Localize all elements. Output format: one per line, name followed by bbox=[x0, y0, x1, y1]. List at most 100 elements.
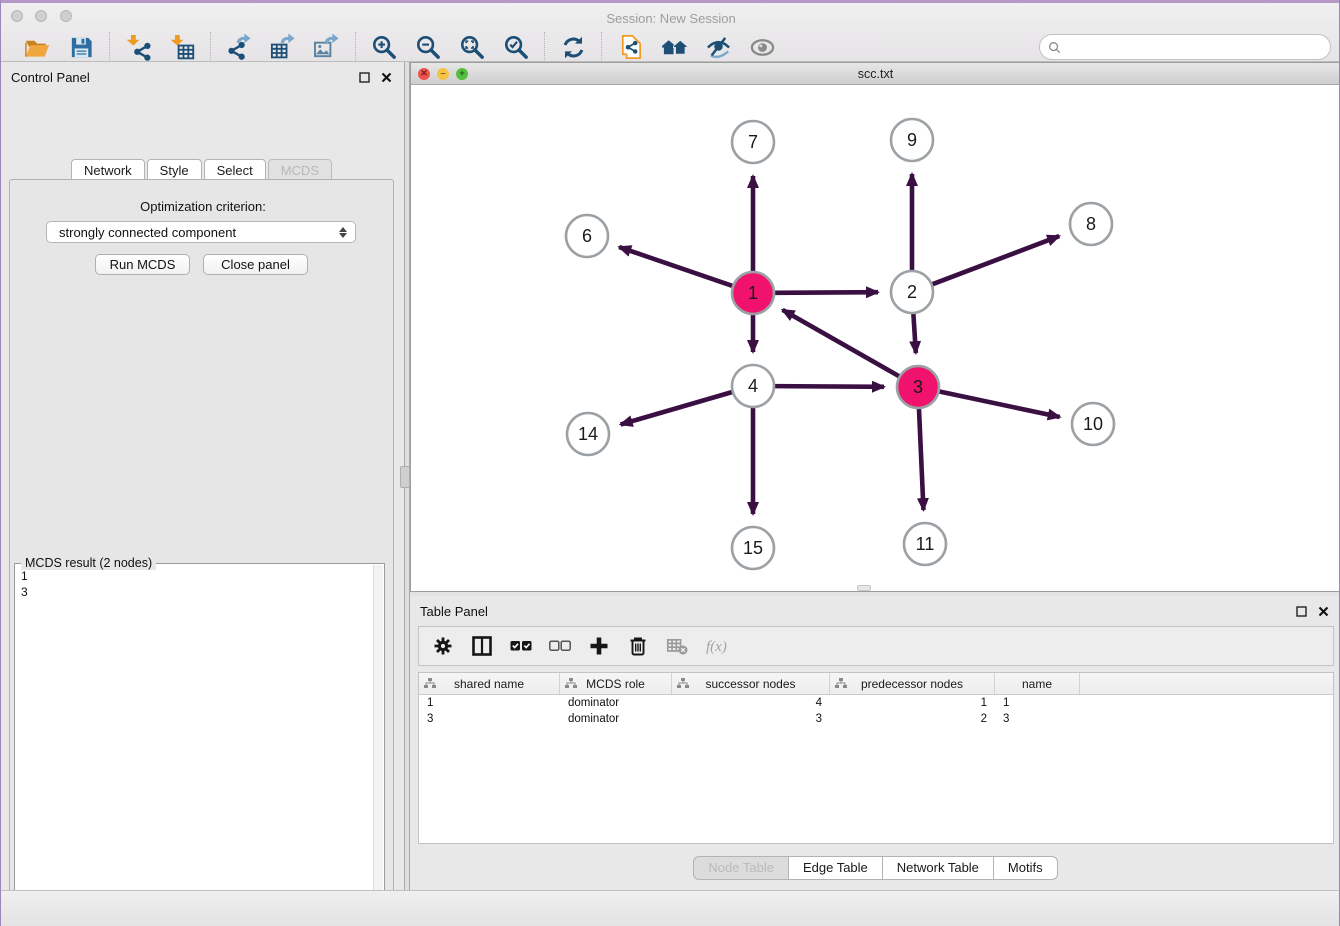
table-row[interactable]: 3dominator323 bbox=[419, 711, 1333, 727]
column-header-successor-nodes[interactable]: successor nodes bbox=[672, 673, 830, 694]
column-header-shared-name[interactable]: shared name bbox=[419, 673, 560, 694]
edge-3-11[interactable] bbox=[919, 409, 924, 510]
open-icon[interactable] bbox=[22, 32, 52, 62]
edge-4-14[interactable] bbox=[621, 392, 732, 424]
export-table-icon[interactable] bbox=[268, 32, 298, 62]
graph-node-9[interactable]: 9 bbox=[891, 119, 933, 161]
column-header-MCDS-role[interactable]: MCDS role bbox=[560, 673, 672, 694]
import-table-icon[interactable] bbox=[167, 32, 197, 62]
graph-node-10[interactable]: 10 bbox=[1072, 403, 1114, 445]
close-panel-button[interactable]: Close panel bbox=[203, 254, 308, 275]
mcds-result-scrollbar[interactable] bbox=[373, 565, 383, 926]
edge-3-10[interactable] bbox=[940, 392, 1060, 417]
save-icon[interactable] bbox=[66, 32, 96, 62]
export-network-icon[interactable] bbox=[224, 32, 254, 62]
table-row[interactable]: 1dominator411 bbox=[419, 695, 1333, 711]
cell-shared-name[interactable]: 3 bbox=[419, 713, 560, 725]
graph-node-11[interactable]: 11 bbox=[904, 523, 946, 565]
mcds-result-text[interactable]: 13 bbox=[17, 568, 372, 926]
graph-node-15[interactable]: 15 bbox=[732, 527, 774, 569]
columns-icon[interactable] bbox=[470, 634, 494, 658]
close-panel-icon[interactable] bbox=[378, 69, 394, 85]
edge-1-2[interactable] bbox=[775, 292, 878, 293]
table-panel-title: Table Panel bbox=[420, 604, 488, 619]
hide-style-icon[interactable] bbox=[703, 32, 733, 62]
export-image-icon[interactable] bbox=[312, 32, 342, 62]
zoom-fit-icon[interactable] bbox=[457, 32, 487, 62]
fx-icon: f(x) bbox=[704, 634, 728, 658]
tab-node-table[interactable]: Node Table bbox=[693, 856, 789, 880]
node-table: shared nameMCDS rolesuccessor nodesprede… bbox=[418, 672, 1334, 844]
tab-edge-table[interactable]: Edge Table bbox=[788, 856, 883, 880]
delete-icon[interactable] bbox=[626, 634, 650, 658]
control-panel-header: Control Panel bbox=[1, 62, 404, 92]
graph-node-14[interactable]: 14 bbox=[567, 413, 609, 455]
edge-4-3[interactable] bbox=[775, 386, 884, 387]
edge-1-6[interactable] bbox=[619, 247, 732, 286]
unselect-all-icon[interactable] bbox=[548, 634, 572, 658]
graph-node-1[interactable]: 1 bbox=[732, 272, 774, 314]
float-table-panel-icon[interactable] bbox=[1293, 603, 1309, 619]
select-all-icon[interactable] bbox=[509, 634, 533, 658]
svg-text:9: 9 bbox=[907, 130, 917, 150]
cell-MCDS-role[interactable]: dominator bbox=[560, 697, 672, 709]
panel-divider-grip[interactable] bbox=[400, 466, 410, 488]
refresh-icon[interactable] bbox=[558, 32, 588, 62]
cell-MCDS-role[interactable]: dominator bbox=[560, 713, 672, 725]
cell-name[interactable]: 1 bbox=[995, 697, 1080, 709]
add-icon[interactable] bbox=[587, 634, 611, 658]
network-resize-grip[interactable] bbox=[857, 585, 871, 591]
control-panel: Control Panel NetworkStyleSelectMCDS Opt… bbox=[1, 62, 405, 890]
svg-text:7: 7 bbox=[748, 132, 758, 152]
show-style-icon[interactable] bbox=[747, 32, 777, 62]
duplicate-network-icon[interactable] bbox=[615, 32, 645, 62]
svg-text:15: 15 bbox=[743, 538, 763, 558]
control-panel-title: Control Panel bbox=[11, 70, 90, 85]
tab-motifs[interactable]: Motifs bbox=[993, 856, 1058, 880]
cell-shared-name[interactable]: 1 bbox=[419, 697, 560, 709]
svg-text:2: 2 bbox=[907, 282, 917, 302]
graph-node-8[interactable]: 8 bbox=[1070, 203, 1112, 245]
network-window-titlebar: ✕ – + scc.txt bbox=[411, 63, 1340, 85]
network-view-window: ✕ – + scc.txt 7 9 6 8 1 2 4 3 14 10 15 11 bbox=[410, 62, 1340, 592]
zoom-out-icon[interactable] bbox=[413, 32, 443, 62]
gear-icon[interactable] bbox=[431, 634, 455, 658]
svg-text:4: 4 bbox=[748, 376, 758, 396]
zoom-in-icon[interactable] bbox=[369, 32, 399, 62]
table-toolbar: f(x) bbox=[418, 626, 1334, 666]
cell-name[interactable]: 3 bbox=[995, 713, 1080, 725]
zoom-selected-icon[interactable] bbox=[501, 32, 531, 62]
close-table-panel-icon[interactable] bbox=[1315, 603, 1331, 619]
run-mcds-button[interactable]: Run MCDS bbox=[95, 254, 190, 275]
optimization-criterion-select[interactable]: strongly connected component bbox=[46, 221, 356, 243]
home-icon[interactable] bbox=[659, 32, 689, 62]
tab-network-table[interactable]: Network Table bbox=[882, 856, 994, 880]
graph-node-6[interactable]: 6 bbox=[566, 215, 608, 257]
application-window: Session: New Session Control Panel bbox=[0, 0, 1340, 926]
edge-2-8[interactable] bbox=[933, 236, 1060, 284]
window-title: Session: New Session bbox=[1, 11, 1340, 26]
edge-2-3[interactable] bbox=[913, 314, 915, 353]
import-network-icon[interactable] bbox=[123, 32, 153, 62]
graph-node-7[interactable]: 7 bbox=[732, 121, 774, 163]
cell-predecessor-nodes[interactable]: 2 bbox=[830, 713, 995, 725]
main-toolbar bbox=[9, 30, 790, 64]
column-header-name[interactable]: name bbox=[995, 673, 1080, 694]
table-header-row: shared nameMCDS rolesuccessor nodesprede… bbox=[419, 673, 1333, 695]
search-input[interactable] bbox=[1039, 34, 1331, 60]
optimization-criterion-value: strongly connected component bbox=[59, 225, 236, 240]
cell-successor-nodes[interactable]: 4 bbox=[672, 697, 830, 709]
graph-node-4[interactable]: 4 bbox=[732, 365, 774, 407]
search-icon bbox=[1048, 41, 1061, 54]
float-panel-icon[interactable] bbox=[356, 69, 372, 85]
cell-successor-nodes[interactable]: 3 bbox=[672, 713, 830, 725]
column-header-predecessor-nodes[interactable]: predecessor nodes bbox=[830, 673, 995, 694]
mcds-result-line: 1 bbox=[21, 568, 372, 584]
graph-node-3[interactable]: 3 bbox=[897, 366, 939, 408]
graph-node-2[interactable]: 2 bbox=[891, 271, 933, 313]
network-graph-canvas[interactable]: 7 9 6 8 1 2 4 3 14 10 15 11 bbox=[411, 85, 1340, 591]
edge-3-1[interactable] bbox=[783, 310, 899, 376]
table-panel-header: Table Panel bbox=[410, 596, 1340, 626]
svg-text:6: 6 bbox=[582, 226, 592, 246]
cell-predecessor-nodes[interactable]: 1 bbox=[830, 697, 995, 709]
